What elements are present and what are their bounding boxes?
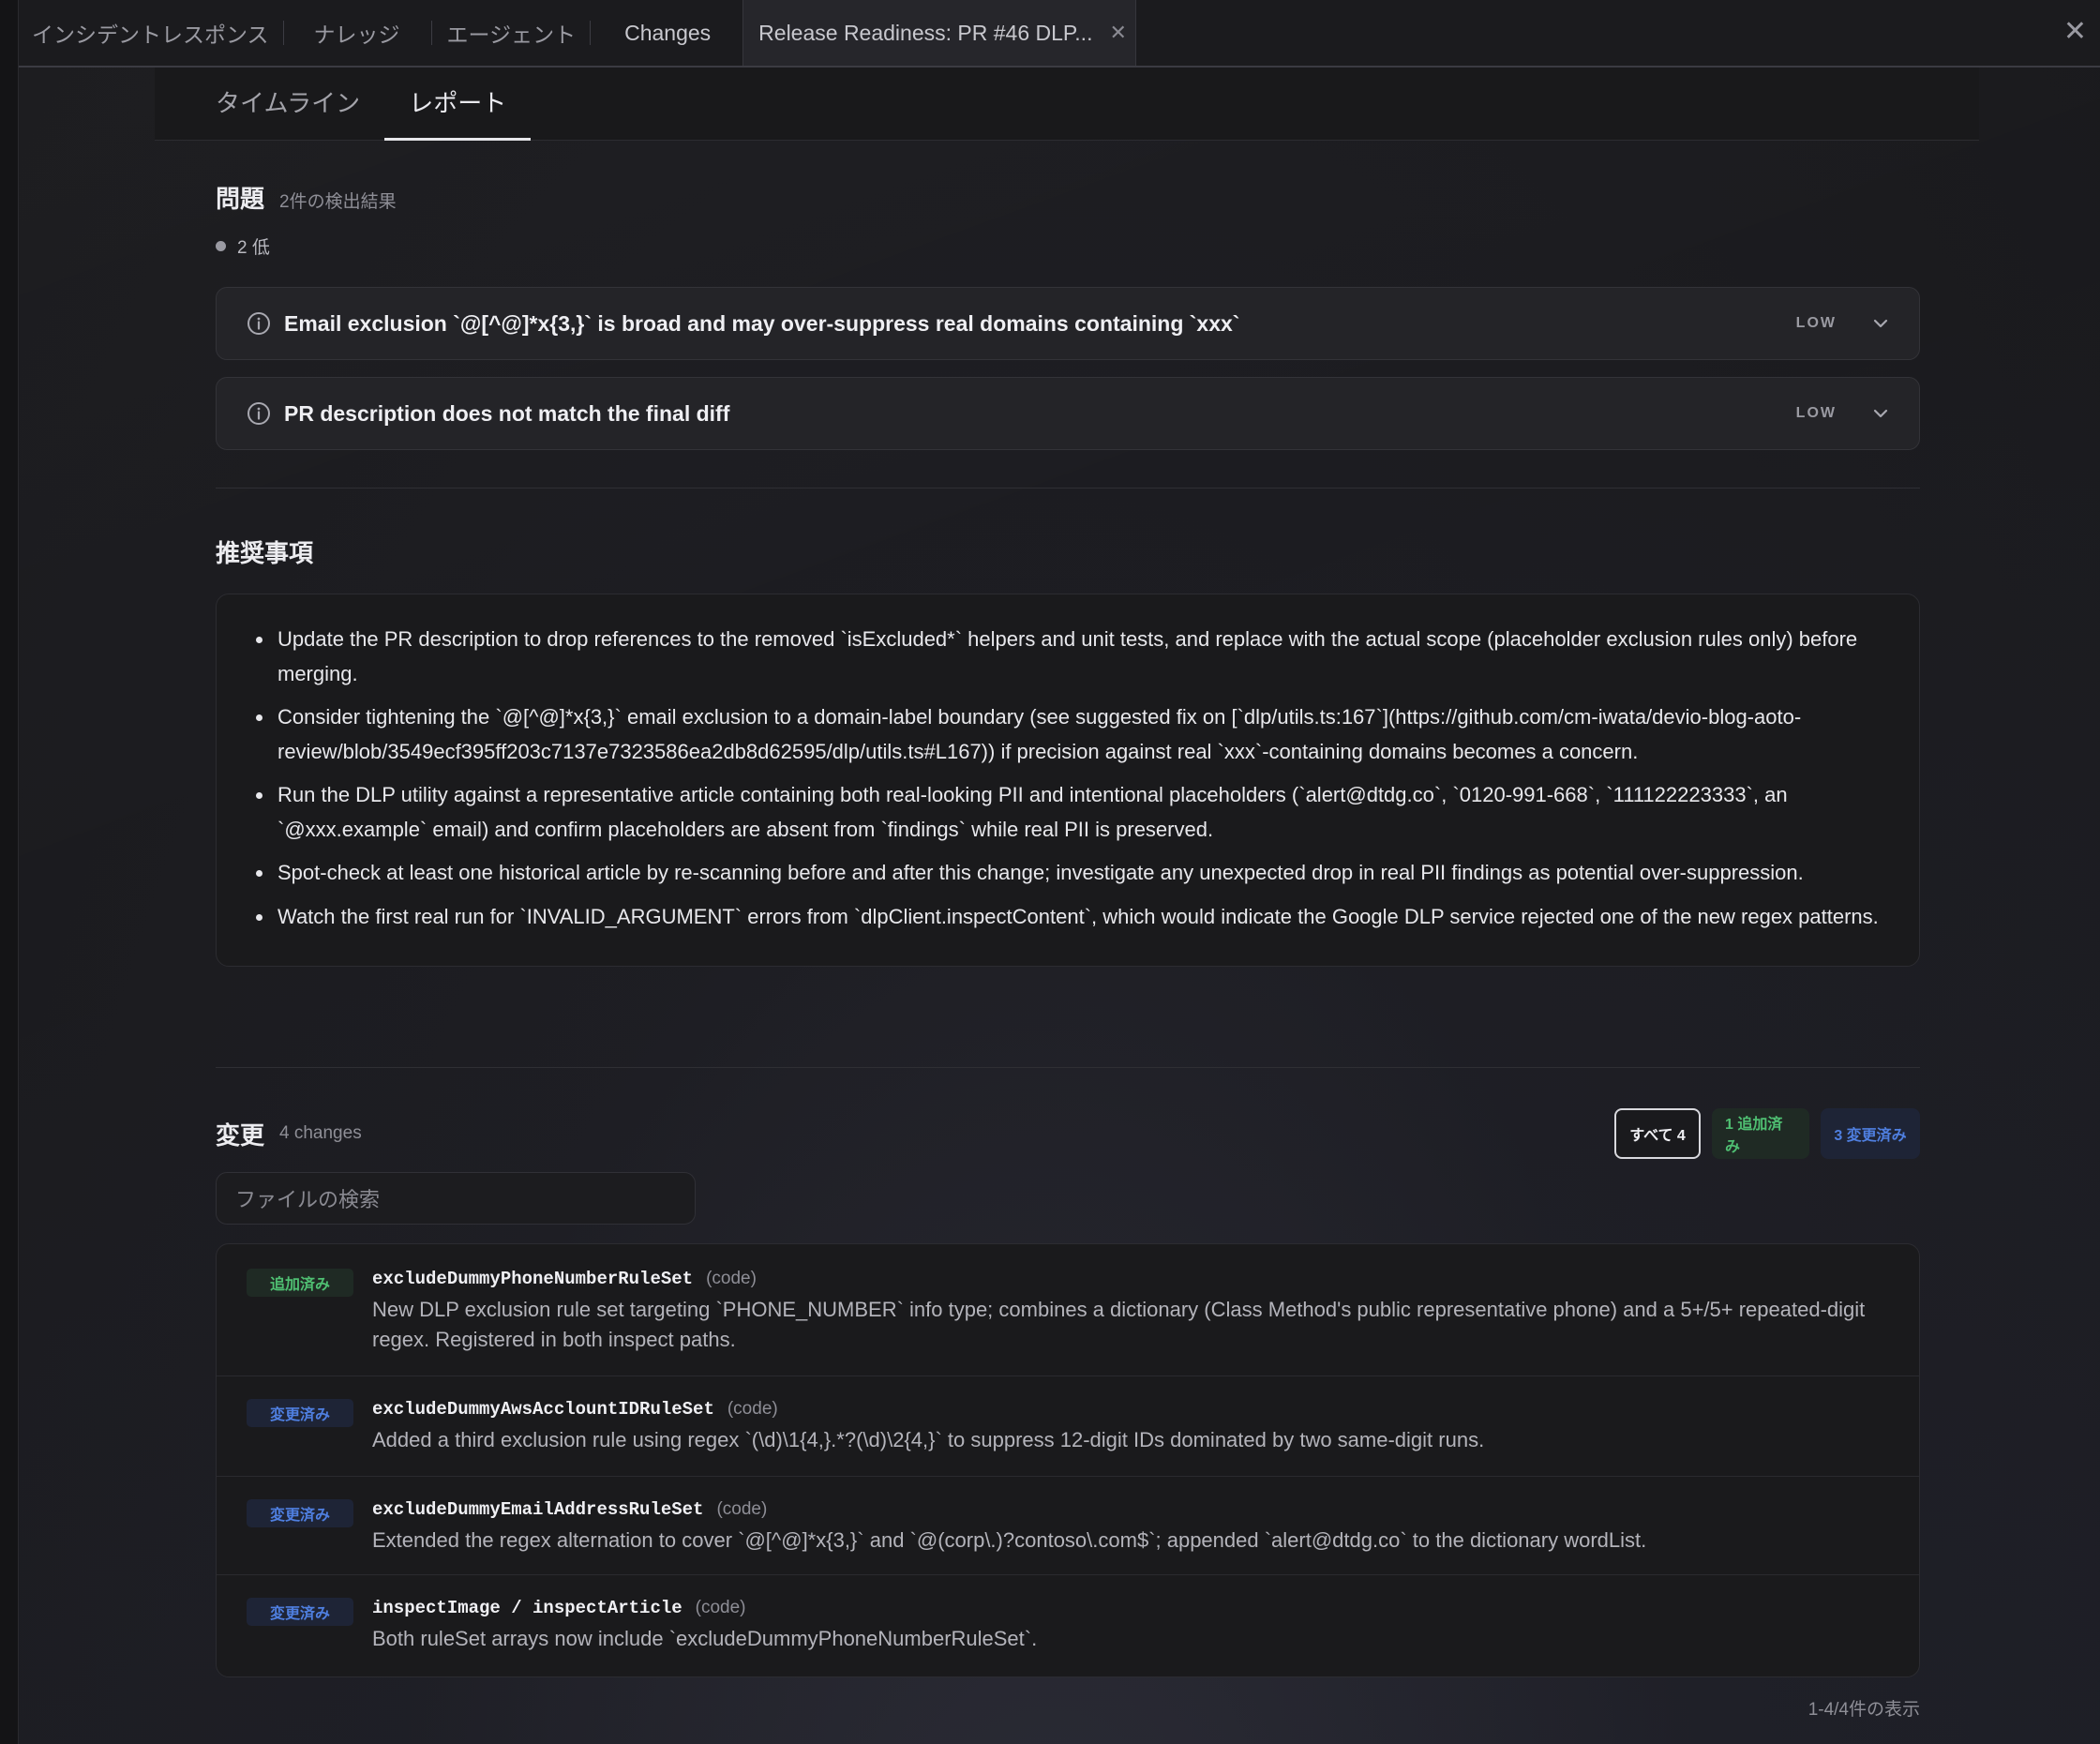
tab-release-readiness[interactable]: Release Readiness: PR #46 DLP... ✕ bbox=[742, 0, 1137, 66]
section-divider bbox=[216, 488, 1920, 489]
changes-section: 変更 4 changes すべて 4 1 追加済み 3 変更済み ファイルの検索… bbox=[216, 1108, 1920, 1677]
change-description: Both ruleSet arrays now include `exclude… bbox=[372, 1627, 1038, 1650]
change-description: Added a third exclusion rule using regex… bbox=[372, 1428, 1485, 1451]
changes-list: 追加済み excludeDummyPhoneNumberRuleSet (cod… bbox=[216, 1243, 1920, 1677]
recommendations-title: 推奨事項 bbox=[216, 539, 314, 567]
change-name: excludeDummyAwsAcclountIDRuleSet bbox=[372, 1399, 714, 1420]
tab-changes[interactable]: Changes bbox=[591, 0, 742, 66]
change-filters: すべて 4 1 追加済み 3 変更済み bbox=[1614, 1108, 1920, 1159]
file-search-input[interactable]: ファイルの検索 bbox=[216, 1172, 696, 1225]
sub-tabs: タイムライン レポート bbox=[155, 68, 1979, 141]
severity-summary: 2 低 bbox=[216, 233, 1920, 259]
change-name: excludeDummyEmailAddressRuleSet bbox=[372, 1499, 704, 1520]
subtab-report[interactable]: レポート bbox=[384, 84, 532, 141]
recommendation-item: Run the DLP utility against a representa… bbox=[248, 778, 1887, 847]
change-kind: (code) bbox=[695, 1598, 746, 1617]
pagination-row: 1-4/4件の表示 bbox=[216, 1695, 1920, 1723]
change-row[interactable]: 変更済み excludeDummyEmailAddressRuleSet (co… bbox=[217, 1477, 1919, 1575]
recommendations-section: 推奨事項 Update the PR description to drop r… bbox=[216, 534, 1920, 967]
changes-title: 変更 bbox=[216, 1120, 265, 1150]
change-row[interactable]: 追加済み excludeDummyPhoneNumberRuleSet (cod… bbox=[217, 1244, 1919, 1376]
change-row[interactable]: 変更済み excludeDummyAwsAcclountIDRuleSet (c… bbox=[217, 1376, 1919, 1477]
section-divider bbox=[216, 1067, 1920, 1068]
change-kind: (code) bbox=[716, 1499, 768, 1519]
recommendation-item: Watch the first real run for `INVALID_AR… bbox=[248, 900, 1887, 935]
pagination-info: 1-4/4件の表示 bbox=[1808, 1700, 1920, 1720]
report-panel: タイムライン レポート 問題 2件の検出結果 2 低 Email exclusi… bbox=[155, 68, 1979, 1744]
chevron-down-icon[interactable] bbox=[1870, 403, 1891, 424]
tab-release-readiness-label: Release Readiness: PR #46 DLP... bbox=[758, 20, 1093, 45]
issue-title: Email exclusion `@[^@]*x{3,}` is broad a… bbox=[284, 310, 1240, 336]
status-badge-modified: 変更済み bbox=[247, 1598, 353, 1626]
tab-knowledge[interactable]: ナレッジ bbox=[284, 0, 432, 66]
status-badge-modified: 変更済み bbox=[247, 1399, 353, 1427]
change-row[interactable]: 変更済み inspectImage / inspectArticle (code… bbox=[217, 1575, 1919, 1676]
subtab-timeline[interactable]: タイムライン bbox=[216, 84, 384, 140]
info-icon bbox=[248, 312, 270, 335]
filter-all-button[interactable]: すべて 4 bbox=[1614, 1108, 1701, 1159]
change-kind: (code) bbox=[727, 1399, 778, 1419]
tab-incident-response[interactable]: インシデントレスポンス bbox=[19, 0, 284, 66]
change-description: Extended the regex alternation to cover … bbox=[372, 1528, 1647, 1552]
issue-severity-badge: LOW bbox=[1795, 405, 1837, 421]
top-tab-bar: インシデントレスポンス ナレッジ エージェント Changes Release … bbox=[19, 0, 2100, 68]
change-name: excludeDummyPhoneNumberRuleSet bbox=[372, 1269, 694, 1289]
close-icon[interactable]: ✕ bbox=[2063, 15, 2087, 49]
tab-agent[interactable]: エージェント bbox=[432, 0, 592, 66]
change-description: New DLP exclusion rule set targeting `PH… bbox=[372, 1298, 1866, 1351]
severity-dot-icon bbox=[216, 241, 226, 251]
change-kind: (code) bbox=[706, 1269, 757, 1288]
issue-item[interactable]: Email exclusion `@[^@]*x{3,}` is broad a… bbox=[216, 287, 1920, 360]
change-name: inspectImage / inspectArticle bbox=[372, 1598, 682, 1618]
issues-count: 2件の検出結果 bbox=[279, 192, 397, 212]
recommendation-item: Update the PR description to drop refere… bbox=[248, 623, 1887, 691]
status-badge-modified: 変更済み bbox=[247, 1499, 353, 1527]
changes-count: 4 changes bbox=[279, 1123, 362, 1143]
recommendation-item: Spot-check at least one historical artic… bbox=[248, 856, 1887, 891]
chevron-down-icon[interactable] bbox=[1870, 313, 1891, 334]
status-badge-added: 追加済み bbox=[247, 1269, 353, 1297]
info-icon bbox=[248, 402, 270, 425]
issue-title: PR description does not match the final … bbox=[284, 400, 730, 426]
issue-item[interactable]: PR description does not match the final … bbox=[216, 377, 1920, 450]
close-tab-icon[interactable]: ✕ bbox=[1109, 21, 1126, 45]
filter-modified-button[interactable]: 3 変更済み bbox=[1821, 1108, 1920, 1159]
issues-section: 問題 2件の検出結果 2 低 Email exclusion `@[^@]*x{… bbox=[216, 180, 1920, 450]
left-rail bbox=[0, 0, 19, 1744]
recommendations-box: Update the PR description to drop refere… bbox=[216, 594, 1920, 967]
issue-severity-badge: LOW bbox=[1795, 315, 1837, 331]
issues-title: 問題 bbox=[216, 185, 265, 213]
recommendation-item: Consider tightening the `@[^@]*x{3,}` em… bbox=[248, 700, 1887, 769]
filter-added-button[interactable]: 1 追加済み bbox=[1712, 1108, 1809, 1159]
severity-summary-label: 2 低 bbox=[237, 238, 270, 258]
